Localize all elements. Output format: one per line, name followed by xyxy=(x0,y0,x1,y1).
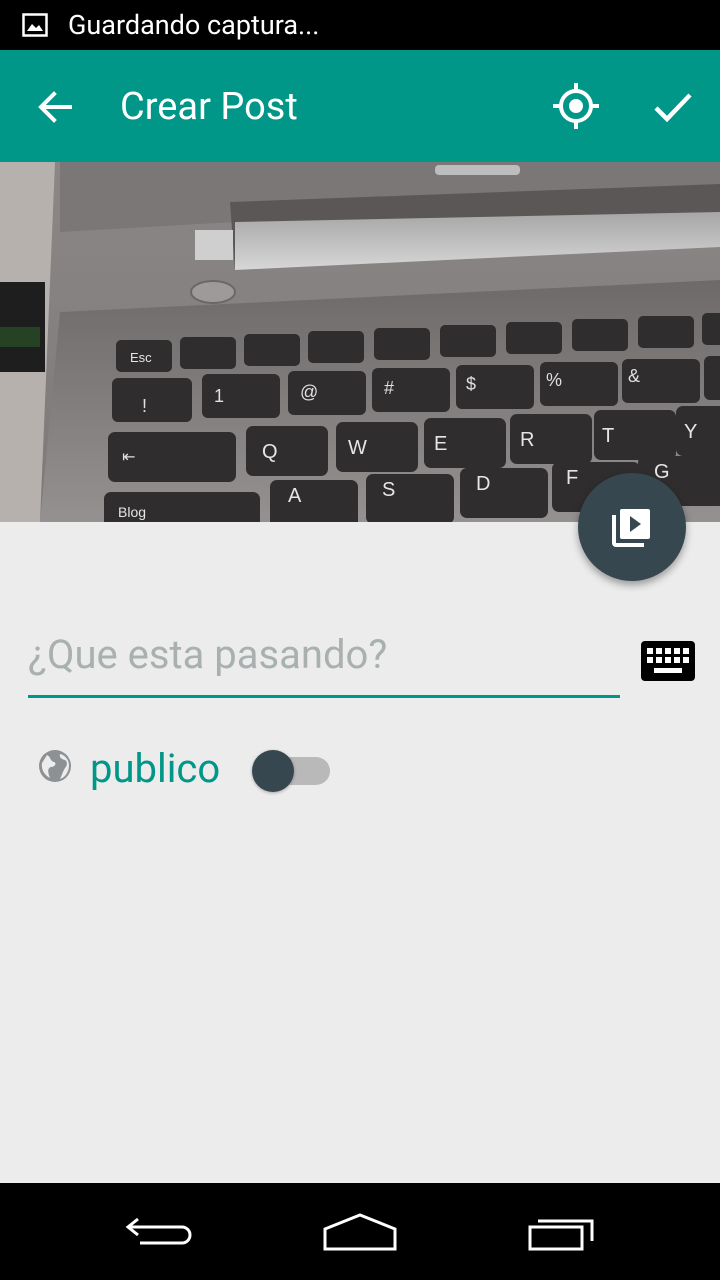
key-label: Q xyxy=(262,441,278,463)
navigation-bar xyxy=(0,1183,720,1280)
check-icon[interactable] xyxy=(648,82,698,132)
status-bar: Guardando captura... xyxy=(0,0,720,50)
svg-text:#: # xyxy=(384,378,394,398)
input-underline xyxy=(28,695,620,698)
post-text-input[interactable]: ¿Que esta pasando? xyxy=(28,620,620,698)
key-label: A xyxy=(288,485,302,507)
key-label: R xyxy=(520,429,534,451)
svg-text:@: @ xyxy=(300,382,318,402)
svg-text:&: & xyxy=(628,366,640,386)
key-label: E xyxy=(434,433,447,455)
visibility-label: publico xyxy=(90,745,221,792)
post-input-placeholder: ¿Que esta pasando? xyxy=(28,631,388,678)
key-label: S xyxy=(382,479,395,501)
public-toggle-switch[interactable] xyxy=(252,750,332,792)
arrow-back-icon[interactable] xyxy=(30,82,80,132)
svg-text:⇤: ⇤ xyxy=(122,449,135,466)
svg-text:1: 1 xyxy=(214,386,224,406)
gps-fixed-icon[interactable] xyxy=(550,80,602,132)
app-bar: Crear Post xyxy=(0,50,720,162)
media-picker-button[interactable] xyxy=(578,473,686,581)
status-notification-text: Guardando captura... xyxy=(68,9,320,41)
svg-text:%: % xyxy=(546,370,562,390)
key-label: W xyxy=(348,437,367,459)
nav-home-icon[interactable] xyxy=(315,1207,405,1257)
globe-icon xyxy=(39,750,71,782)
video-library-icon xyxy=(612,509,650,547)
laptop-keyboard-image: Esc Q W E R T Y A S D F G Blog ! 1 @ # $% … xyxy=(0,162,720,522)
nav-recents-icon[interactable] xyxy=(518,1207,608,1257)
key-label: Y xyxy=(684,421,697,443)
switch-thumb xyxy=(252,750,294,792)
key-label: F xyxy=(566,467,578,489)
svg-text:$: $ xyxy=(466,374,476,394)
nav-back-icon[interactable] xyxy=(118,1207,208,1257)
photo-preview: Esc Q W E R T Y A S D F G Blog ! 1 @ # $% … xyxy=(0,162,720,522)
key-label: Blog xyxy=(118,504,146,520)
key-label: Esc xyxy=(130,350,152,365)
key-label: D xyxy=(476,473,490,495)
image-icon xyxy=(22,13,48,37)
svg-text:!: ! xyxy=(142,396,147,416)
keyboard-icon[interactable] xyxy=(640,640,696,682)
key-label: T xyxy=(602,425,614,447)
page-title: Crear Post xyxy=(120,85,298,129)
